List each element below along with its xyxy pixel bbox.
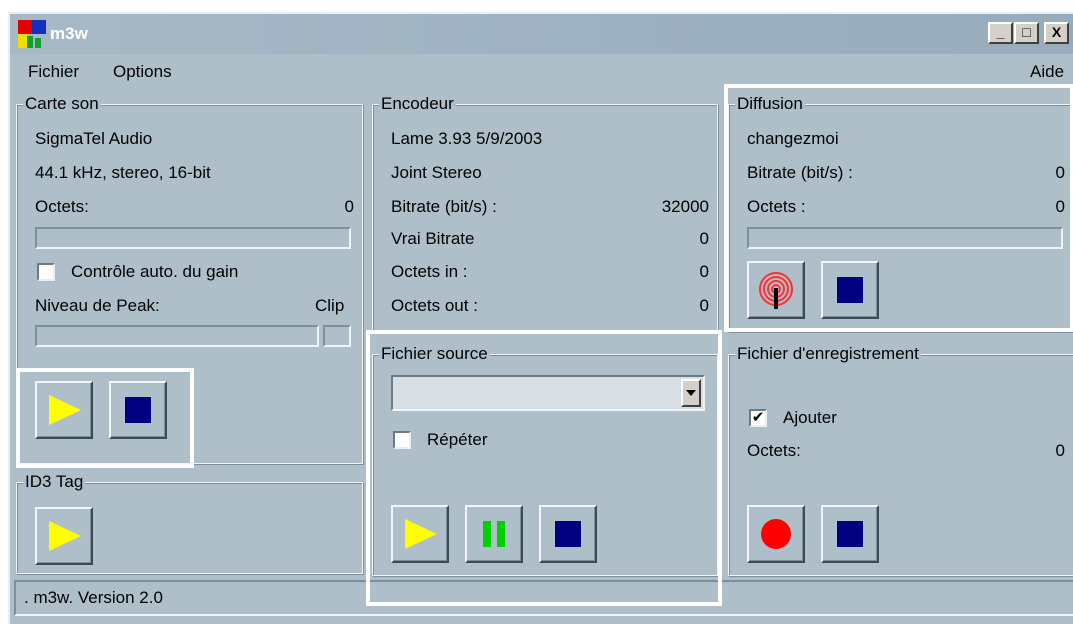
- real-bitrate-label: Vrai Bitrate: [391, 229, 475, 248]
- broadcast-bytes-label: Octets :: [747, 197, 806, 216]
- bytes-in-value: 0: [699, 262, 709, 281]
- broadcast-group: Diffusion changezmoi Bitrate (bit/s) : 0…: [728, 93, 1073, 332]
- bytes-in-label: Octets in :: [391, 262, 468, 281]
- record-bytes-value: 0: [1055, 441, 1065, 460]
- close-button[interactable]: X: [1044, 22, 1069, 44]
- encoder-group: Encodeur Lame 3.93 5/9/2003 Joint Stereo…: [372, 93, 718, 332]
- soundcard-legend: Carte son: [23, 93, 101, 115]
- id3-play-button[interactable]: [35, 507, 93, 565]
- soundcard-format: 44.1 kHz, stereo, 16-bit: [35, 163, 211, 182]
- title-bar[interactable]: m3w _ □ X: [10, 14, 1073, 54]
- antenna-icon: [759, 272, 793, 309]
- play-icon: [49, 395, 81, 425]
- soundcard-level-meter: [35, 227, 351, 249]
- menu-bar: Fichier Options Aide: [10, 58, 1073, 86]
- bytes-out-label: Octets out :: [391, 296, 478, 315]
- broadcast-name: changezmoi: [747, 129, 839, 148]
- source-pause-button[interactable]: [465, 505, 523, 563]
- soundcard-bytes-value: 0: [344, 197, 354, 216]
- source-file-select[interactable]: [391, 375, 705, 411]
- repeat-checkbox[interactable]: [393, 431, 411, 449]
- app-icon: [18, 20, 46, 48]
- menu-options[interactable]: Options: [113, 62, 172, 82]
- play-icon: [49, 521, 81, 551]
- source-file-legend: Fichier source: [379, 343, 490, 365]
- window-title: m3w: [50, 24, 88, 43]
- menu-fichier[interactable]: Fichier: [28, 62, 79, 82]
- record-file-legend: Fichier d'enregistrement: [735, 343, 921, 365]
- maximize-button[interactable]: □: [1014, 22, 1039, 44]
- encoder-bitrate-label: Bitrate (bit/s) :: [391, 197, 497, 216]
- record-button[interactable]: [747, 505, 805, 563]
- broadcast-bytes-value: 0: [1055, 197, 1065, 216]
- repeat-label: Répéter: [427, 430, 488, 449]
- source-stop-button[interactable]: [539, 505, 597, 563]
- broadcast-level-meter: [747, 227, 1063, 249]
- agc-checkbox[interactable]: [37, 263, 55, 281]
- main-window: m3w _ □ X Fichier Options Aide Carte son…: [8, 12, 1073, 624]
- play-icon: [405, 519, 437, 549]
- record-file-group: Fichier d'enregistrement ✔ Ajouter Octet…: [728, 343, 1073, 576]
- stop-icon: [125, 397, 151, 423]
- status-text: . m3w. Version 2.0: [24, 588, 163, 607]
- minimize-button[interactable]: _: [988, 22, 1013, 44]
- chevron-down-icon: [686, 390, 696, 396]
- encoder-legend: Encodeur: [379, 93, 456, 115]
- peak-label: Niveau de Peak:: [35, 296, 160, 315]
- real-bitrate-value: 0: [699, 229, 709, 248]
- status-bar: . m3w. Version 2.0: [14, 580, 1073, 616]
- stop-icon: [555, 521, 581, 547]
- source-file-group: Fichier source Répéter: [372, 343, 718, 576]
- source-play-button[interactable]: [391, 505, 449, 563]
- broadcast-stop-button[interactable]: [821, 261, 879, 319]
- dropdown-arrow-button[interactable]: [681, 379, 701, 407]
- stop-icon: [837, 277, 863, 303]
- id3-group: ID3 Tag: [16, 471, 363, 574]
- agc-label: Contrôle auto. du gain: [71, 262, 239, 281]
- soundcard-bytes-label: Octets:: [35, 197, 89, 216]
- encoder-mode: Joint Stereo: [391, 163, 482, 182]
- soundcard-device: SigmaTel Audio: [35, 129, 153, 148]
- soundcard-group: Carte son SigmaTel Audio 44.1 kHz, stere…: [16, 93, 363, 464]
- id3-legend: ID3 Tag: [23, 471, 86, 493]
- broadcast-bitrate-value: 0: [1055, 163, 1065, 182]
- record-stop-button[interactable]: [821, 505, 879, 563]
- clip-label: Clip: [315, 296, 345, 315]
- pause-icon: [483, 521, 505, 547]
- append-checkbox[interactable]: ✔: [749, 409, 767, 427]
- record-bytes-label: Octets:: [747, 441, 801, 460]
- broadcast-bitrate-label: Bitrate (bit/s) :: [747, 163, 853, 182]
- peak-meter: [35, 325, 319, 347]
- broadcast-legend: Diffusion: [735, 93, 805, 115]
- broadcast-start-button[interactable]: [747, 261, 805, 319]
- soundcard-play-button[interactable]: [35, 381, 93, 439]
- clip-indicator: [323, 325, 351, 347]
- append-label: Ajouter: [783, 408, 837, 427]
- bytes-out-value: 0: [699, 296, 709, 315]
- menu-aide[interactable]: Aide: [1030, 62, 1064, 82]
- stop-icon: [837, 521, 863, 547]
- record-icon: [761, 519, 791, 549]
- soundcard-stop-button[interactable]: [109, 381, 167, 439]
- encoder-version: Lame 3.93 5/9/2003: [391, 129, 543, 148]
- encoder-bitrate-value: 32000: [661, 197, 709, 216]
